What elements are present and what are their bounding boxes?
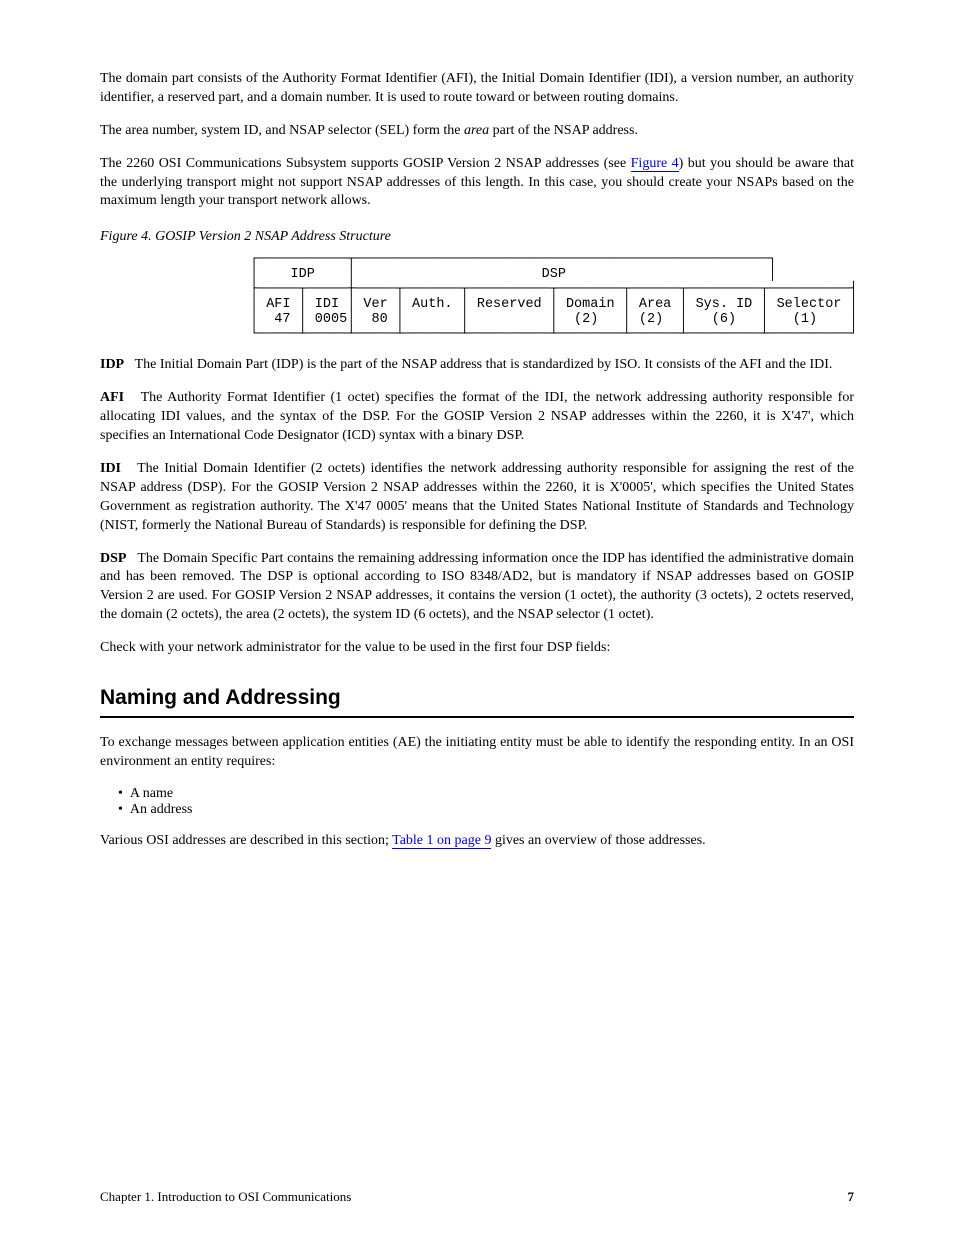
diagram-row: ├─────┬─────┼─────┬───────┬──────────┬──… (250, 282, 858, 297)
paragraph: IDI The Initial Domain Identifier (2 oct… (100, 460, 854, 536)
list-item-text: An address (130, 802, 193, 817)
emphasis: area (464, 123, 489, 138)
figure-caption: Figure 4. GOSIP Version 2 NSAP Address S… (100, 229, 854, 245)
section-rule (100, 716, 854, 718)
body-text: The domain part consists of the Authorit… (100, 71, 854, 105)
body-text: part of the NSAP address. (489, 123, 638, 138)
list-item: • A name (118, 786, 854, 802)
footer-chapter: Chapter 1. Introduction to OSI Communica… (100, 1189, 351, 1205)
paragraph: The domain part consists of the Authorit… (100, 70, 854, 108)
paragraph: To exchange messages between application… (100, 734, 854, 772)
term-heading: IDP (100, 357, 124, 372)
table-cross-ref-link[interactable]: Table 1 on page 9 (392, 833, 491, 849)
body-text: The Initial Domain Identifier (2 octets)… (100, 461, 854, 533)
body-text: The area number, system ID, and NSAP sel… (100, 123, 464, 138)
diagram-row: ┌───────────┬───────────────────────────… (250, 252, 777, 267)
diagram-row: └─────┴─────┴─────┴───────┴──────────┴──… (250, 327, 858, 342)
paragraph: The 2260 OSI Communications Subsystem su… (100, 155, 854, 212)
body-text: Various OSI addresses are described in t… (100, 833, 392, 848)
page-footer: Chapter 1. Introduction to OSI Communica… (100, 1189, 854, 1205)
term-heading: DSP (100, 551, 126, 566)
figure-cross-ref-link[interactable]: Figure 4 (631, 156, 679, 172)
diagram-row: │ AFI │ IDI │ Ver │ Auth. │ Reserved │ D… (250, 297, 858, 312)
body-text: The Initial Domain Part (IDP) is the par… (135, 357, 833, 372)
term-heading: IDI (100, 461, 121, 476)
paragraph: DSP The Domain Specific Part contains th… (100, 550, 854, 626)
paragraph: AFI The Authority Format Identifier (1 o… (100, 389, 854, 446)
paragraph: IDP The Initial Domain Part (IDP) is the… (100, 356, 854, 375)
body-text: The Domain Specific Part contains the re… (100, 551, 854, 623)
paragraph: Various OSI addresses are described in t… (100, 832, 854, 851)
nsap-structure-diagram: ┌───────────┬───────────────────────────… (250, 253, 854, 342)
diagram-row: │ 47 │ 0005│ 80 │ │ │ (2) │ (2) │ (6) │ … (250, 312, 858, 327)
bullet-list: • A name • An address (118, 786, 854, 818)
list-item: • An address (118, 802, 854, 818)
section-heading-naming: Naming and Addressing (100, 686, 854, 710)
body-text: Check with your network administrator fo… (100, 640, 610, 655)
diagram-row: │ IDP │ DSP │ (250, 267, 777, 282)
term-heading: AFI (100, 390, 124, 405)
paragraph: The area number, system ID, and NSAP sel… (100, 122, 854, 141)
body-text: To exchange messages between application… (100, 735, 854, 769)
body-text: The 2260 OSI Communications Subsystem su… (100, 156, 631, 171)
footer-page-number: 7 (848, 1189, 855, 1205)
list-item-text: A name (130, 786, 173, 801)
body-text: gives an overview of those addresses. (491, 833, 705, 848)
paragraph: Check with your network administrator fo… (100, 639, 854, 658)
body-text: The Authority Format Identifier (1 octet… (100, 390, 854, 443)
